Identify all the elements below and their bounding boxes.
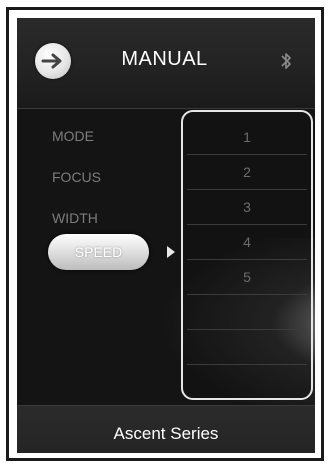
- list-row[interactable]: 5: [187, 260, 307, 295]
- list-row[interactable]: 1: [187, 120, 307, 155]
- page-title: MANUAL: [121, 48, 208, 70]
- selection-pointer: [167, 246, 175, 258]
- footer-label: Ascent Series: [113, 424, 219, 443]
- menu-item-width[interactable]: WIDTH: [52, 210, 162, 226]
- menu-item-speed-label: SPEED: [74, 244, 123, 260]
- arrow-right-icon: [41, 53, 62, 69]
- list-row[interactable]: [187, 295, 307, 330]
- bluetooth-icon[interactable]: [279, 50, 293, 72]
- menu-item-focus[interactable]: FOCUS: [52, 169, 162, 185]
- value-list: 1 2 3 4 5: [181, 110, 313, 400]
- list-row[interactable]: 4: [187, 225, 307, 260]
- device-frame: MANUAL MODE FOCUS WIDTH SPEED 1 2 3 4 5 …: [6, 7, 324, 461]
- menu-item-speed[interactable]: SPEED: [48, 234, 149, 270]
- header-bar: MANUAL: [17, 18, 315, 109]
- footer-bar: Ascent Series: [17, 405, 315, 453]
- list-row[interactable]: [187, 330, 307, 365]
- list-row[interactable]: 2: [187, 155, 307, 190]
- device-screen: MANUAL MODE FOCUS WIDTH SPEED 1 2 3 4 5 …: [17, 18, 315, 453]
- menu-item-mode[interactable]: MODE: [52, 128, 162, 144]
- list-row[interactable]: [187, 365, 307, 399]
- list-row[interactable]: 3: [187, 190, 307, 225]
- back-button[interactable]: [35, 43, 71, 79]
